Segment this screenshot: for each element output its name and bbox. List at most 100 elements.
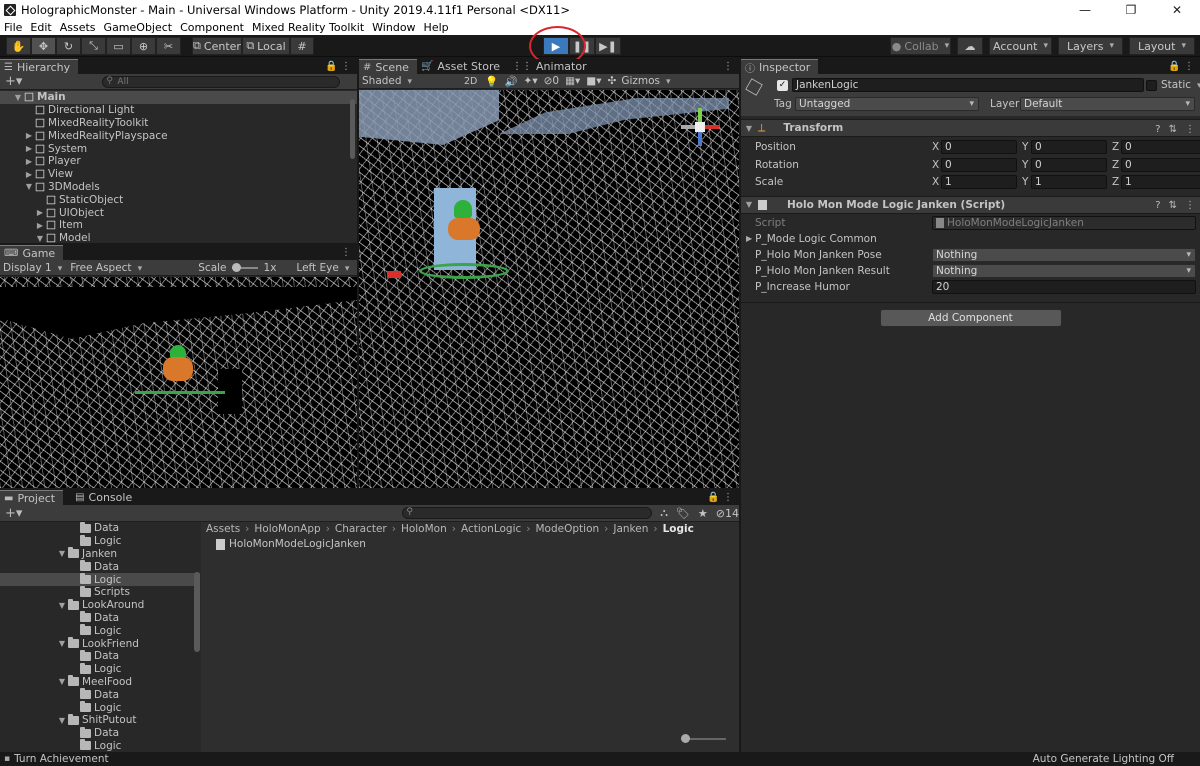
hierarchy-item[interactable]: StaticObject [0,193,357,206]
static-checkbox[interactable] [1146,80,1157,91]
project-search-input[interactable]: ⚲ [402,507,653,519]
hierarchy-item[interactable]: Directional Light [0,104,357,117]
favorite-star-icon[interactable]: ★ [698,507,708,520]
camera-icon[interactable]: ■▾ [586,75,601,87]
tab-console[interactable]: ▤ Console [71,490,140,505]
hierarchy-item[interactable]: ▶ Item [0,219,357,232]
hierarchy-item[interactable]: MixedRealityToolkit [0,117,357,130]
holomon-character-scene[interactable] [444,200,484,260]
foldout-arrow-icon[interactable]: ▶ [0,131,35,140]
menu-help[interactable]: Help [420,21,453,34]
foldout-arrow-icon[interactable]: ▼ [0,234,46,243]
layers-dropdown[interactable]: Layers [1058,37,1123,55]
preset-icon[interactable]: ⇅ [1169,124,1177,135]
project-folder-item[interactable]: ▼ MeelFood [0,675,200,689]
project-folder-item[interactable]: Data [0,688,200,701]
panel-menu-icon[interactable]: 🔒 ⋮ [1168,61,1194,72]
hierarchy-scrollbar[interactable] [350,99,355,159]
create-plus-icon[interactable]: +▾ [5,74,22,89]
display-dropdown[interactable]: Display 1 [3,262,62,274]
rotate-tool-icon[interactable]: ↻ [56,37,81,55]
project-folder-item[interactable]: Logic [0,534,200,548]
panel-menu-icon[interactable]: ⋮ [341,247,351,258]
transform-z-input[interactable]: 0 [1121,157,1200,172]
object-name-field[interactable]: JankenLogic [792,78,1144,92]
mode-logic-common-foldout[interactable]: ▶ P_Mode Logic Common [746,233,877,245]
tab-inspector[interactable]: ⓘ Inspector [741,59,819,75]
menu-component[interactable]: Component [176,21,248,34]
status-message[interactable]: Turn Achievement [14,753,109,765]
foldout-arrow-icon[interactable]: ▼ [0,601,68,610]
transform-x-input[interactable]: 0 [941,157,1017,172]
filter-label-icon[interactable]: 🏷 [676,507,690,520]
hierarchy-item[interactable]: ▼ 3DModels [0,181,357,194]
create-plus-icon[interactable]: +▾ [5,506,22,521]
pose-dropdown[interactable]: Nothing [932,247,1196,262]
holomon-character-game[interactable] [160,345,195,390]
component-menu-icon[interactable]: ⋮ [1185,124,1195,135]
script-checkbox[interactable] [758,199,767,210]
collab-dropdown[interactable]: ● Collab [890,37,951,55]
transform-y-input[interactable]: 1 [1031,175,1107,189]
hierarchy-item[interactable]: ▶ UIObject [0,206,357,219]
hierarchy-item[interactable]: ▶ System [0,142,357,155]
component-menu-icon[interactable]: ⋮ [1185,200,1195,211]
scene-orientation-gizmo[interactable] [681,108,721,148]
transform-y-input[interactable]: 0 [1031,157,1107,172]
breadcrumb-segment[interactable]: Janken [613,523,648,535]
restore-icon[interactable]: ❐ [1108,3,1154,17]
tools-icon[interactable]: ✣ [608,75,617,87]
transform-x-input[interactable]: 1 [941,175,1017,189]
filter-type-icon[interactable]: ⛬ [660,506,668,520]
menu-mixed-reality-toolkit[interactable]: Mixed Reality Toolkit [248,21,368,34]
foldout-arrow-icon[interactable]: ▼ [0,93,24,102]
scene-viewport[interactable] [359,90,739,488]
foldout-arrow-icon[interactable]: ▼ [0,549,68,558]
grid-icon[interactable]: ▦▾ [565,75,580,87]
transform-header[interactable]: ▼ ⟂ Transform ? ⇅ ⋮ [741,119,1200,137]
layer-dropdown[interactable]: Default [1020,97,1195,111]
foldout-arrow-icon[interactable]: ▼ [0,716,68,725]
foldout-arrow-icon[interactable]: ▶ [0,157,35,166]
transform-tool-icon[interactable]: ⊕ [131,37,156,55]
project-folder-item[interactable]: Data [0,726,200,740]
menu-assets[interactable]: Assets [56,21,100,34]
hidden-packages-icon[interactable]: ⊘ [716,507,725,520]
panel-menu-icon[interactable]: ⋮ [723,61,733,72]
project-folder-item[interactable]: Logic [0,662,200,676]
humor-input[interactable]: 20 [932,279,1196,294]
breadcrumb-segment[interactable]: HoloMonApp [254,523,320,535]
result-dropdown[interactable]: Nothing [932,263,1196,278]
project-folder-item[interactable]: Logic [0,739,200,752]
hidden-objects-icon[interactable]: ⊘ [544,75,553,87]
cloud-button[interactable]: ☁ [957,37,983,55]
hierarchy-item[interactable]: ▶ MixedRealityPlayspace [0,129,357,142]
scale-slider[interactable] [231,262,258,272]
layout-dropdown[interactable]: Layout [1129,37,1195,55]
lighting-icon[interactable]: 💡 [485,75,498,88]
project-folder-item[interactable]: ▼ LookAround [0,598,200,612]
pivot-local-button[interactable]: ⧉ Local [242,37,290,55]
transform-z-input[interactable]: 0 [1121,140,1200,154]
transform-x-input[interactable]: 0 [941,140,1017,154]
game-viewport[interactable] [0,277,357,488]
breadcrumb-segment[interactable]: Assets [206,523,240,535]
project-folder-item[interactable]: ▼ LookFriend [0,637,200,650]
project-folder-item[interactable]: Data [0,649,200,663]
rect-tool-icon[interactable]: ▭ [106,37,131,55]
scale-slider-thumb[interactable] [231,262,241,272]
gizmos-dropdown[interactable]: Gizmos [621,75,667,87]
foldout-arrow-icon[interactable]: ▶ [0,208,46,217]
hierarchy-item[interactable]: ▼ Model [0,232,357,245]
tab-hierarchy[interactable]: ☰ Hierarchy [0,59,79,74]
menu-edit[interactable]: Edit [26,21,55,34]
hierarchy-search-input[interactable]: ⚲ All [102,75,341,88]
hierarchy-item[interactable]: ▼ Main [0,91,357,104]
breadcrumb-segment[interactable]: Character [335,523,387,535]
tag-dropdown[interactable]: Untagged [795,97,979,111]
breadcrumb-segment[interactable]: ModeOption [536,523,600,535]
scale-tool-icon[interactable]: ⤡ [81,37,106,55]
transform-z-input[interactable]: 1 [1121,175,1200,189]
foldout-arrow-icon[interactable]: ▼ [0,677,68,686]
menu-file[interactable]: File [0,21,26,34]
